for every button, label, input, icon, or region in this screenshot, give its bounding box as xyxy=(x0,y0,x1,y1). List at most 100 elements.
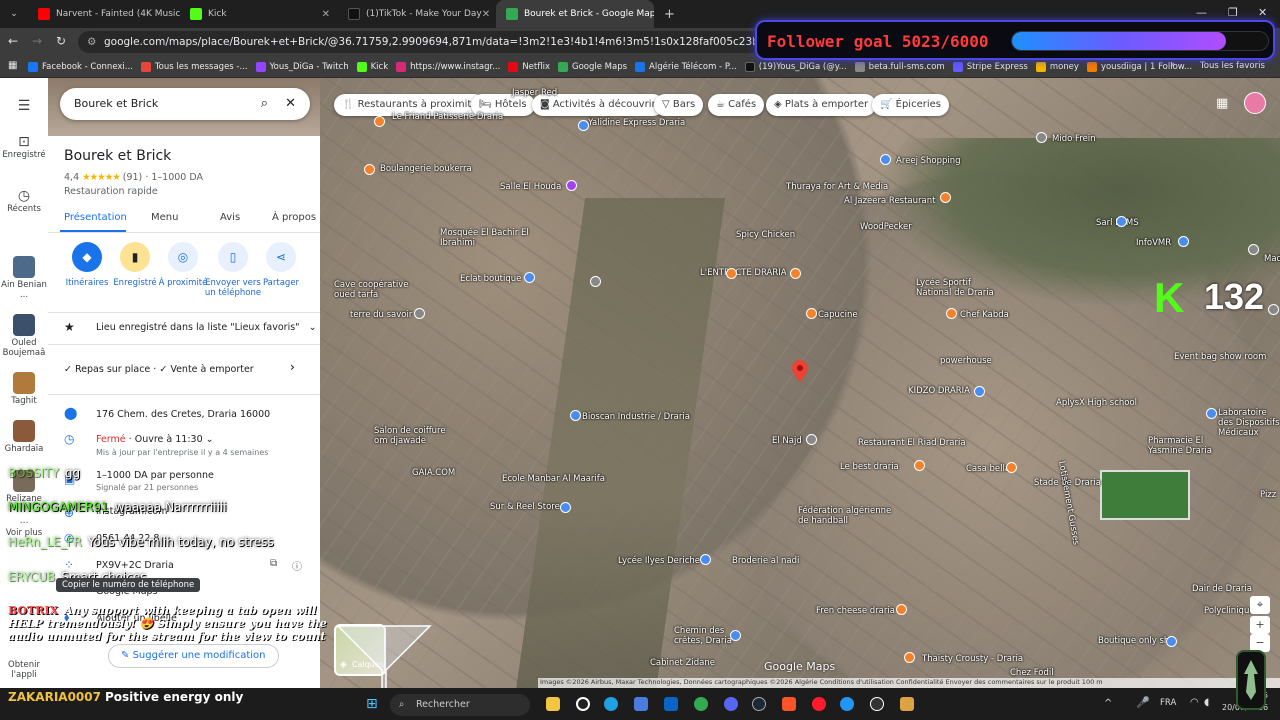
search-icon[interactable]: ⌕ xyxy=(261,88,268,120)
map-poi-label[interactable]: Le Friand Pâtisserie Draria xyxy=(392,112,503,122)
bookmark-stripe[interactable]: Stripe Express xyxy=(952,61,1028,72)
shop-pin-icon[interactable] xyxy=(1206,408,1217,419)
recents-button[interactable]: ◷ Récents xyxy=(0,188,48,214)
avatar[interactable] xyxy=(1244,92,1266,114)
taskbar-search[interactable]: ⌕ Rechercher xyxy=(390,694,530,716)
satellite-map[interactable]: 🍴 Restaurants à proximité 🛏 Hôtels ◙ Act… xyxy=(320,78,1280,688)
restaurant-pin-icon[interactable] xyxy=(726,268,737,279)
bookmark-full-sms[interactable]: beta.full-sms.com xyxy=(854,61,945,72)
venue-pin-icon[interactable] xyxy=(566,180,577,191)
map-poi-label[interactable]: Fren cheese draria xyxy=(816,606,895,616)
get-app-button[interactable]: Obtenir l'appli xyxy=(0,660,48,680)
cortana-icon[interactable] xyxy=(576,697,590,711)
suggest-edit-button[interactable]: ✎ Suggérer une modification xyxy=(108,644,279,668)
map-poi-label[interactable]: Boutique only she xyxy=(1098,636,1175,646)
map-poi-label[interactable]: KIDZO DRARIA xyxy=(908,386,970,396)
map-poi-label[interactable]: Al Jazeera Restaurant xyxy=(844,196,935,206)
map-poi-label[interactable]: Mosquée El Bachir El Ibrahimi xyxy=(440,228,530,248)
map-poi-label[interactable]: El Najd xyxy=(772,436,802,446)
share-button[interactable]: ⋖ Partager xyxy=(252,242,310,288)
services-row[interactable]: ✓ Repas sur place · ✓ Vente à emporter xyxy=(64,364,254,375)
restaurant-pin-icon[interactable] xyxy=(904,652,915,663)
map-poi-label[interactable]: Capucine xyxy=(818,310,858,320)
copy-icon[interactable]: ⧉ xyxy=(270,558,277,569)
map-poi-label[interactable]: Salle El Houda xyxy=(500,182,561,192)
map-poi-label[interactable]: Spicy Chicken xyxy=(736,230,795,240)
maximize-icon[interactable]: ❐ xyxy=(1228,6,1238,19)
map-poi-label[interactable]: Polyclinique xyxy=(1204,606,1255,616)
chevron-right-icon[interactable]: » xyxy=(1170,60,1175,70)
wifi-icon[interactable]: ◠ xyxy=(1190,697,1199,708)
apps-grid-icon[interactable]: ▦ xyxy=(8,60,17,71)
shop-pin-icon[interactable] xyxy=(1166,636,1177,647)
bookmark-follow[interactable]: yousdiiga | 1 Follow... xyxy=(1086,61,1192,72)
chip-groceries[interactable]: 🛒 Épiceries xyxy=(872,94,949,116)
close-icon[interactable]: ✕ xyxy=(285,88,296,120)
reload-icon[interactable]: ↻ xyxy=(56,34,66,48)
shop-pin-icon[interactable] xyxy=(700,554,711,565)
restaurant-pin-icon[interactable] xyxy=(946,308,957,319)
map-poi-label[interactable]: Areej Shopping xyxy=(896,156,961,166)
review-count[interactable]: (91) xyxy=(123,172,143,183)
chip-cafes[interactable]: ☕ Cafés xyxy=(708,94,765,116)
map-poi-label[interactable]: Restaurant El Riad Draria xyxy=(858,438,966,448)
browser-tab-maps[interactable]: Bourek et Brick - Google Maps ✕ xyxy=(496,0,654,28)
map-poi-label[interactable]: powerhouse xyxy=(940,356,992,366)
volume-icon[interactable]: ◖ xyxy=(1204,697,1209,708)
outlook-icon[interactable] xyxy=(664,697,678,711)
restaurant-pin-icon[interactable] xyxy=(374,116,385,127)
bookmark-kick[interactable]: Kick xyxy=(356,61,388,72)
tab-search-icon[interactable]: ⌄ xyxy=(0,9,28,19)
minimize-icon[interactable]: — xyxy=(1196,6,1207,19)
chevron-up-icon[interactable]: ^ xyxy=(1104,698,1112,709)
site-info-icon[interactable]: ⚙ xyxy=(87,31,96,53)
map-attribution[interactable]: Images ©2026 Airbus, Maxar Technologies,… xyxy=(538,678,1280,688)
tab-overview[interactable]: Présentation xyxy=(64,212,127,223)
back-icon[interactable]: ← xyxy=(8,34,18,48)
restaurant-pin-icon[interactable] xyxy=(914,460,925,471)
school-pin-icon[interactable] xyxy=(1116,216,1127,227)
obs-icon[interactable] xyxy=(870,697,884,711)
map-poi-label[interactable]: InfoVMR xyxy=(1136,238,1171,248)
opera-icon[interactable] xyxy=(812,697,826,711)
windows-start-icon[interactable]: ⊞ xyxy=(366,696,378,712)
school-pin-icon[interactable] xyxy=(524,272,535,283)
browser-tab-tiktok[interactable]: (1)TikTok - Make Your Day ✕ xyxy=(338,0,496,28)
bookmark-twitch[interactable]: Yous_DiGa - Twitch xyxy=(255,61,349,72)
edge-icon[interactable] xyxy=(604,697,618,711)
map-poi-label[interactable]: Madr xyxy=(1264,254,1280,264)
menu-icon[interactable]: ☰ xyxy=(0,98,48,114)
map-poi-label[interactable]: Le best draria xyxy=(840,462,899,472)
new-tab-icon[interactable]: + xyxy=(664,7,675,22)
bookmark-algerie-telecom[interactable]: Algérie Télécom - P... xyxy=(635,61,737,72)
map-poi-label[interactable]: Cabinet Zidane xyxy=(650,658,715,668)
tab-about[interactable]: À propos xyxy=(272,212,316,223)
shop-pin-icon[interactable] xyxy=(570,410,581,421)
chip-bars[interactable]: ▽ Bars xyxy=(654,94,704,116)
tab-reviews[interactable]: Avis xyxy=(220,212,240,223)
place-pin-icon[interactable] xyxy=(414,308,425,319)
map-poi-label[interactable]: Chez Fodil xyxy=(1010,668,1054,678)
microphone-icon[interactable]: 🎤 xyxy=(1136,696,1150,709)
map-poi-label[interactable]: Cave coopérative oued tarfa xyxy=(334,280,414,300)
map-poi-label[interactable]: Pizz xyxy=(1260,490,1276,500)
tab-menu[interactable]: Menu xyxy=(151,212,178,223)
bookmark-money[interactable]: money xyxy=(1035,61,1079,72)
place-pin-icon[interactable] xyxy=(590,276,601,287)
map-poi-label[interactable]: Lycée Ilyes Deriche xyxy=(618,556,700,566)
place-pin-icon[interactable] xyxy=(1036,132,1047,143)
close-icon[interactable]: ✕ xyxy=(482,9,490,20)
saved-button[interactable]: ⊡ Enregistré xyxy=(0,134,48,160)
language-indicator[interactable]: FRA xyxy=(1160,698,1176,708)
my-location-icon[interactable]: ⌖ xyxy=(1250,596,1270,614)
map-poi-label[interactable]: Mido Frein xyxy=(1052,134,1096,144)
brave-icon[interactable] xyxy=(782,697,796,711)
close-icon[interactable]: ✕ xyxy=(322,9,330,20)
browser-tab-kick[interactable]: Kick ✕ xyxy=(180,0,338,28)
map-poi-label[interactable]: Bioscan Industrie / Draria xyxy=(582,412,690,422)
map-poi-label[interactable]: Ecole Manbar Al Maarifa xyxy=(502,474,605,484)
window-close-icon[interactable]: ✕ xyxy=(1258,6,1267,19)
shop-pin-icon[interactable] xyxy=(578,120,589,131)
map-poi-label[interactable]: GAIA.COM xyxy=(412,468,455,478)
ccleaner-icon[interactable] xyxy=(840,697,854,711)
